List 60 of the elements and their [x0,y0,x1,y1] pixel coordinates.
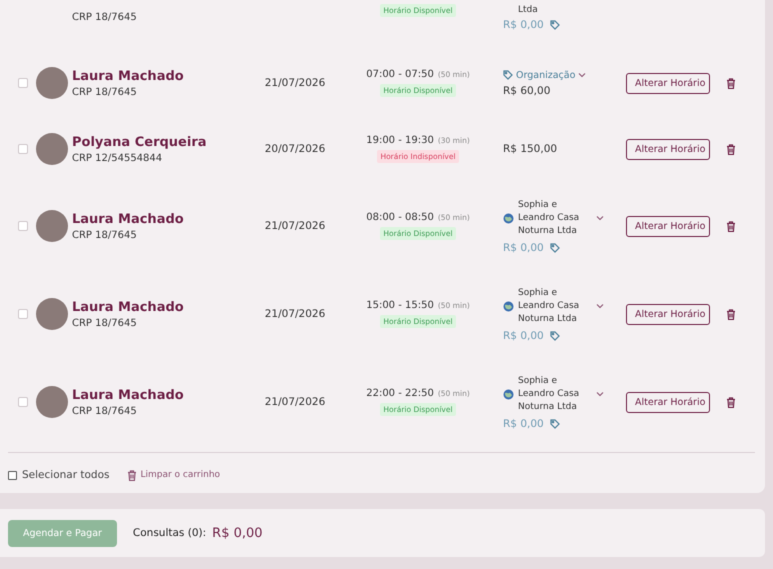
company-name[interactable]: Sophia e Leandro Casa Noturna Ltda [518,374,592,414]
clear-cart-link[interactable]: Limpar o carrinho [127,470,220,480]
credential: CRP 12/54554844 [72,152,164,164]
company-name[interactable]: Sophia e Leandro Casa Noturna Ltda [518,286,592,326]
tag-icon [550,418,560,428]
change-time-button[interactable]: Alterar Horário [626,216,710,236]
trash-icon[interactable] [726,220,736,232]
change-time-button[interactable]: Alterar Horário [626,304,710,324]
checkbox[interactable] [8,470,17,480]
trash-icon [127,470,138,480]
avatar [36,67,68,99]
date: 21/07/2026 [264,396,326,408]
price: R$ 60,00 [503,84,550,96]
appointments-count: Consultas (0): [132,527,206,539]
credential: CRP 18/7645 [72,318,138,328]
company-name[interactable]: Ltda [503,4,577,17]
caret-icon[interactable] [596,391,604,397]
trash-icon[interactable] [726,78,736,88]
tag-icon [550,20,560,30]
price: R$ 0,00 [503,330,544,342]
trash-icon[interactable] [726,144,736,154]
change-time-button[interactable]: Alterar Horário [626,138,710,160]
total-price: R$ 0,00 [212,526,263,540]
change-time-button[interactable]: Alterar Horário [626,392,710,412]
caret-icon[interactable] [596,303,604,309]
date: 20/07/2026 [264,143,326,155]
caret-icon[interactable] [578,72,586,78]
trash-icon[interactable] [726,396,736,408]
globe-icon [503,300,514,312]
price: R$ 150,00 [503,143,558,155]
avatar [36,386,68,418]
psychologist-name: Polyana Cerqueira [72,134,208,150]
psychologist-name: Laura Machado [72,300,185,314]
price: R$ 0,00 [503,19,544,31]
trash-icon[interactable] [726,308,736,320]
psychologist-name: Laura Machado [72,68,185,84]
date: 21/07/2026 [264,308,326,320]
credential: CRP 18/7645 [72,230,138,240]
select-all-label[interactable]: Selecionar todos [22,469,110,481]
price: R$ 0,00 [503,242,544,254]
tag-icon [550,330,560,340]
date: 21/07/2026 [264,77,326,89]
tag-icon [550,242,560,252]
globe-icon [503,388,514,400]
tag-icon [503,70,513,80]
psychologist-name: Laura Machado [72,212,185,226]
credential: CRP 18/7645 [72,12,138,23]
psychologist-name: Laura Machado [72,388,185,402]
change-time-button[interactable]: Alterar Horário [626,72,710,94]
credential: CRP 18/7645 [72,86,138,98]
globe-icon [503,212,514,224]
credential: CRP 18/7645 [72,406,138,416]
price: R$ 0,00 [503,418,544,430]
caret-icon[interactable] [596,215,604,221]
billing-option[interactable]: Organização [516,70,576,80]
date: 21/07/2026 [264,220,326,232]
avatar [36,210,68,242]
avatar [36,133,68,165]
company-name[interactable]: Sophia e Leandro Casa Noturna Ltda [518,198,592,238]
avatar [36,298,68,330]
